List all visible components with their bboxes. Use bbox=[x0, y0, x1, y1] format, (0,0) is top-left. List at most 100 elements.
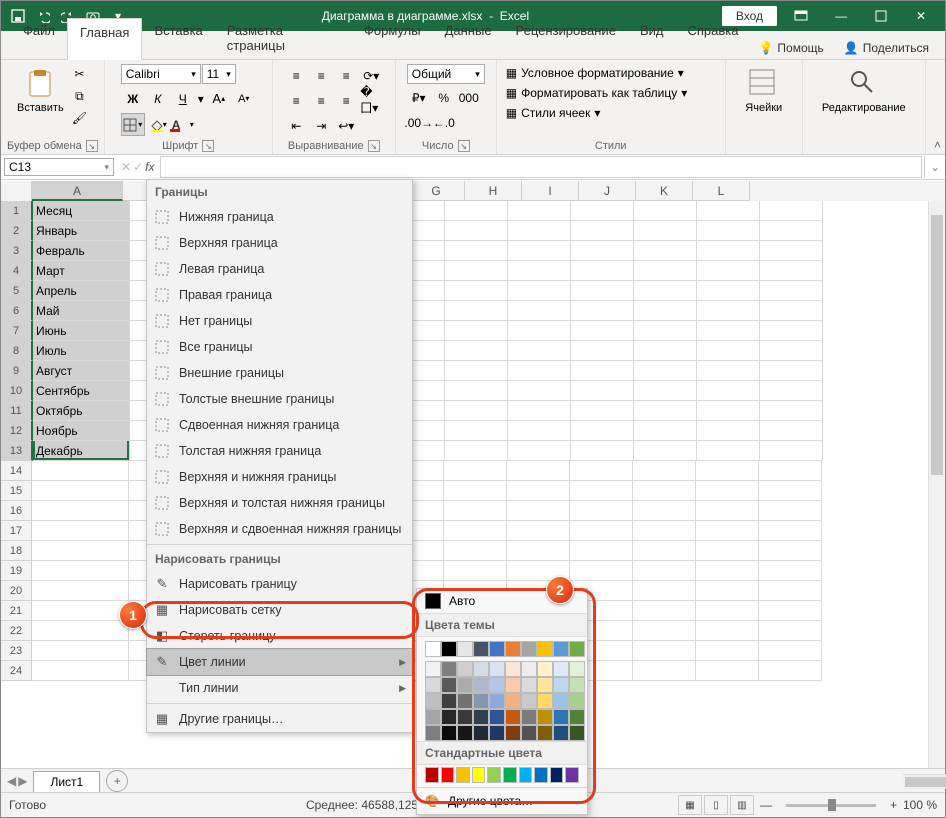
row-header[interactable]: 20 bbox=[1, 581, 32, 601]
color-swatch[interactable] bbox=[550, 767, 564, 783]
cell[interactable] bbox=[633, 561, 696, 581]
cell[interactable] bbox=[32, 581, 129, 601]
cell[interactable] bbox=[696, 621, 759, 641]
cell[interactable] bbox=[444, 521, 507, 541]
format-painter-icon[interactable]: 🖌 bbox=[68, 108, 90, 128]
cell[interactable] bbox=[634, 341, 697, 361]
cell[interactable] bbox=[634, 381, 697, 401]
row-header[interactable]: 6 bbox=[1, 301, 33, 321]
bold-button[interactable]: Ж bbox=[121, 87, 145, 110]
cell[interactable]: Сентябрь bbox=[33, 381, 130, 401]
tab-данные[interactable]: Данные bbox=[433, 17, 504, 59]
tell-me-button[interactable]: 💡Помощь bbox=[750, 37, 831, 59]
color-swatch[interactable] bbox=[537, 641, 553, 657]
fx-icon[interactable]: fx bbox=[145, 160, 154, 174]
color-swatch[interactable] bbox=[489, 641, 505, 657]
cell[interactable] bbox=[445, 241, 508, 261]
line-color-item[interactable]: ✎ Цвет линии bbox=[146, 648, 413, 676]
cell[interactable] bbox=[634, 361, 697, 381]
cell[interactable] bbox=[696, 661, 759, 681]
color-swatch[interactable] bbox=[441, 677, 457, 693]
color-swatch[interactable] bbox=[505, 709, 521, 725]
scrollbar-horizontal[interactable] bbox=[903, 774, 946, 789]
cell[interactable] bbox=[760, 441, 823, 461]
cell[interactable] bbox=[570, 501, 633, 521]
color-swatch[interactable] bbox=[569, 677, 585, 693]
border-option[interactable]: Толстая нижняя граница bbox=[147, 438, 412, 464]
cell[interactable] bbox=[633, 641, 696, 661]
cell[interactable]: Март bbox=[33, 261, 130, 281]
cell[interactable] bbox=[633, 581, 696, 601]
cell[interactable] bbox=[508, 261, 571, 281]
cell[interactable] bbox=[571, 241, 634, 261]
zoom-thumb[interactable] bbox=[828, 799, 836, 811]
tab-разметка страницы[interactable]: Разметка страницы bbox=[215, 17, 352, 59]
color-swatch[interactable] bbox=[441, 661, 457, 677]
page-break-icon[interactable]: ▥ bbox=[730, 795, 754, 815]
col-header[interactable]: J bbox=[579, 181, 636, 201]
row-header[interactable]: 4 bbox=[1, 261, 33, 281]
cell[interactable] bbox=[760, 361, 823, 381]
color-swatch[interactable] bbox=[553, 725, 569, 741]
font-color-button[interactable]: A▾ bbox=[171, 113, 195, 136]
cell[interactable] bbox=[445, 421, 508, 441]
col-header[interactable]: K bbox=[636, 181, 693, 201]
color-swatch[interactable] bbox=[553, 677, 569, 693]
color-swatch[interactable] bbox=[569, 725, 585, 741]
cell[interactable] bbox=[571, 261, 634, 281]
color-swatch[interactable] bbox=[505, 693, 521, 709]
row-header[interactable]: 17 bbox=[1, 521, 32, 541]
cell[interactable] bbox=[508, 301, 571, 321]
zoom-in-icon[interactable]: + bbox=[890, 798, 897, 812]
align-bottom-icon[interactable]: ≡ bbox=[334, 64, 358, 87]
draw-border-option[interactable]: ◧Стереть границу bbox=[147, 623, 412, 649]
cell[interactable]: Май bbox=[33, 301, 130, 321]
sheet-next-icon[interactable]: ▶ bbox=[18, 774, 27, 788]
collapse-ribbon-icon[interactable]: ˄ bbox=[934, 138, 941, 152]
cell[interactable]: Январь bbox=[33, 221, 130, 241]
thousands-icon[interactable]: 000 bbox=[457, 86, 481, 109]
paste-button[interactable]: Вставить bbox=[14, 64, 66, 116]
cell[interactable] bbox=[634, 321, 697, 341]
color-swatch[interactable] bbox=[473, 677, 489, 693]
cell[interactable] bbox=[570, 481, 633, 501]
cell[interactable] bbox=[759, 481, 822, 501]
cell[interactable] bbox=[759, 541, 822, 561]
cell[interactable] bbox=[760, 281, 823, 301]
row-header[interactable]: 21 bbox=[1, 601, 32, 621]
color-swatch[interactable] bbox=[565, 767, 579, 783]
color-swatch[interactable] bbox=[569, 661, 585, 677]
cell[interactable] bbox=[697, 221, 760, 241]
cell[interactable] bbox=[759, 521, 822, 541]
row-header[interactable]: 22 bbox=[1, 621, 32, 641]
draw-border-option[interactable]: ✎Нарисовать границу bbox=[147, 571, 412, 597]
cell[interactable] bbox=[32, 621, 129, 641]
color-swatch[interactable] bbox=[537, 693, 553, 709]
cell[interactable] bbox=[444, 561, 507, 581]
more-borders-item[interactable]: ▦ Другие границы… bbox=[147, 706, 412, 732]
color-swatch[interactable] bbox=[489, 709, 505, 725]
cell[interactable] bbox=[760, 221, 823, 241]
border-option[interactable]: Все границы bbox=[147, 334, 412, 360]
align-right-icon[interactable]: ≡ bbox=[334, 89, 358, 112]
cell[interactable] bbox=[696, 481, 759, 501]
scrollbar-thumb[interactable] bbox=[931, 215, 943, 475]
color-swatch[interactable] bbox=[425, 709, 441, 725]
align-center-icon[interactable]: ≡ bbox=[309, 89, 333, 112]
color-swatch[interactable] bbox=[537, 661, 553, 677]
border-option[interactable]: Нет границы bbox=[147, 308, 412, 334]
cell[interactable] bbox=[32, 561, 129, 581]
cell[interactable] bbox=[444, 541, 507, 561]
cell[interactable] bbox=[696, 541, 759, 561]
cell[interactable] bbox=[760, 241, 823, 261]
color-swatch[interactable] bbox=[553, 693, 569, 709]
page-layout-icon[interactable]: ▯ bbox=[704, 795, 728, 815]
cell[interactable]: Ноябрь bbox=[33, 421, 130, 441]
cell[interactable] bbox=[760, 381, 823, 401]
cell[interactable] bbox=[633, 521, 696, 541]
cell[interactable] bbox=[696, 501, 759, 521]
cell[interactable] bbox=[633, 621, 696, 641]
cell[interactable] bbox=[697, 381, 760, 401]
ribbon-options-icon[interactable] bbox=[783, 4, 819, 28]
cell[interactable] bbox=[634, 401, 697, 421]
